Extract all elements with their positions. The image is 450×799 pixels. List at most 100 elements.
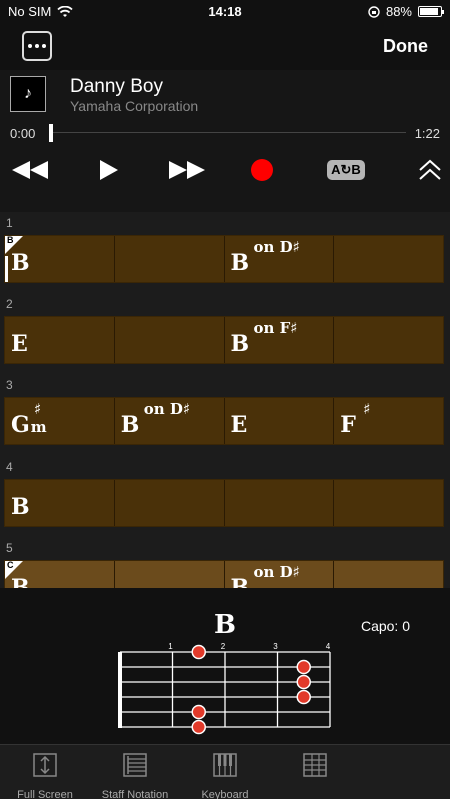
chord-row: G ♯ m Bon D♯ E F ♯ xyxy=(4,397,444,445)
chord-root: B xyxy=(230,331,250,357)
measure[interactable] xyxy=(334,561,443,588)
chord-accidental: ♯ xyxy=(363,400,371,418)
chord-symbol: B xyxy=(11,494,30,520)
row-number: 4 xyxy=(6,460,13,474)
tab-label: Full Screen xyxy=(17,789,73,799)
fret-number: 3 xyxy=(273,642,278,651)
orientation-lock-icon xyxy=(368,5,380,18)
measure[interactable]: F ♯ xyxy=(334,398,443,444)
row-number: 2 xyxy=(6,297,13,311)
nut xyxy=(118,652,122,728)
measure[interactable]: E xyxy=(5,317,115,363)
finger-dot xyxy=(296,689,311,705)
finger-dot xyxy=(296,674,311,690)
section-letter: B xyxy=(7,235,14,245)
seek-track[interactable] xyxy=(50,132,406,133)
tab-guitar[interactable] xyxy=(270,751,360,789)
chord-root: B xyxy=(230,575,250,588)
player-panel: ♪ Danny Boy Yamaha Corporation 0:00 1:22… xyxy=(0,70,450,212)
chord-accidental: ♯ xyxy=(34,400,42,418)
music-note-icon: ♪ xyxy=(24,85,32,102)
dot-icon xyxy=(42,44,46,48)
play-button[interactable] xyxy=(96,157,122,183)
rewind-icon xyxy=(12,161,48,179)
ab-repeat-button[interactable]: A↻B xyxy=(322,157,370,183)
measure[interactable]: Bon D♯ xyxy=(225,561,335,588)
measure[interactable] xyxy=(115,480,225,526)
battery-icon xyxy=(418,6,444,17)
fret-number: 4 xyxy=(326,642,331,651)
measure[interactable] xyxy=(115,561,225,588)
measure[interactable]: Bon F♯ xyxy=(225,317,335,363)
tab-staff-notation[interactable]: Staff Notation xyxy=(90,751,180,799)
fast-forward-button[interactable] xyxy=(167,157,207,183)
measure[interactable]: G ♯ m xyxy=(5,398,115,444)
measure[interactable]: Bon D♯ xyxy=(225,236,335,282)
album-art: ♪ xyxy=(10,76,46,112)
chord-root: F xyxy=(340,412,356,438)
record-button[interactable] xyxy=(251,157,273,183)
double-chevron-up-icon xyxy=(419,159,441,180)
full-screen-icon xyxy=(33,753,57,777)
chord-symbol: F ♯ xyxy=(340,400,370,438)
song-artist: Yamaha Corporation xyxy=(70,98,199,114)
collapse-button[interactable] xyxy=(418,157,442,183)
fast-forward-icon xyxy=(169,161,205,179)
fret-number: 1 xyxy=(168,642,173,651)
tab-keyboard[interactable]: Keyboard xyxy=(180,751,270,799)
chord-diagram-panel: B Capo: 0 1234 xyxy=(0,588,450,744)
chord-symbol: E xyxy=(11,331,28,357)
row-number: 1 xyxy=(6,216,13,230)
measure[interactable] xyxy=(334,480,443,526)
measure[interactable]: Bon D♯ xyxy=(115,398,225,444)
tab-label: Staff Notation xyxy=(101,789,169,799)
chord-symbol: Bon D♯ xyxy=(230,238,300,276)
rewind-button[interactable] xyxy=(10,157,50,183)
chord-chart[interactable]: 1 B B Bon D♯ 2 E Bon F♯ 3 G ♯ m Bon D♯ E… xyxy=(0,212,450,588)
measure[interactable]: B xyxy=(5,480,115,526)
chord-row: C B Bon D♯ xyxy=(4,560,444,588)
chord-row: B B Bon D♯ xyxy=(4,235,444,283)
tab-full-screen[interactable]: Full Screen xyxy=(0,751,90,799)
guitar-icon xyxy=(303,753,327,777)
chord-symbol: B xyxy=(11,575,30,588)
chord-root: B xyxy=(230,250,250,276)
chord-row: B xyxy=(4,479,444,527)
row-number: 5 xyxy=(6,541,13,555)
tab-label: Keyboard xyxy=(201,789,249,799)
chord-symbol: Bon D♯ xyxy=(121,400,190,438)
status-bar: No SIM 14:18 88% xyxy=(0,0,450,24)
battery-percent: 88% xyxy=(385,4,412,19)
measure[interactable]: B B xyxy=(5,235,115,282)
measure[interactable]: C B xyxy=(5,560,115,588)
staff-notation-icon xyxy=(123,753,147,777)
time-current: 0:00 xyxy=(10,126,36,141)
finger-dot xyxy=(296,659,311,675)
song-title: Danny Boy xyxy=(70,76,163,97)
dot-icon xyxy=(35,44,39,48)
more-options-button[interactable] xyxy=(22,31,52,61)
chord-root: B xyxy=(11,575,30,588)
chord-bass: on D♯ xyxy=(143,400,191,418)
measure[interactable] xyxy=(334,317,443,363)
fret-number: 2 xyxy=(221,642,226,651)
finger-dot xyxy=(191,719,206,735)
chord-bass: on D♯ xyxy=(253,238,300,256)
measure[interactable] xyxy=(225,480,335,526)
chord-bass: on D♯ xyxy=(253,563,300,581)
seek-thumb[interactable] xyxy=(49,124,53,142)
chord-bass: on F♯ xyxy=(253,319,298,337)
measure[interactable] xyxy=(334,236,443,282)
measure[interactable] xyxy=(115,236,225,282)
measure[interactable]: E xyxy=(225,398,335,444)
bottom-tab-bar: Full Screen Staff Notation Keyboard xyxy=(0,744,450,799)
chord-root: B xyxy=(11,250,30,276)
chord-symbol: Bon D♯ xyxy=(230,563,300,588)
record-icon xyxy=(251,159,273,181)
finger-dot xyxy=(191,644,206,660)
measure[interactable] xyxy=(115,317,225,363)
chord-symbol: B xyxy=(11,250,30,276)
done-button[interactable]: Done xyxy=(383,36,428,57)
time-total: 1:22 xyxy=(414,126,440,141)
chord-quality: m xyxy=(30,418,47,436)
